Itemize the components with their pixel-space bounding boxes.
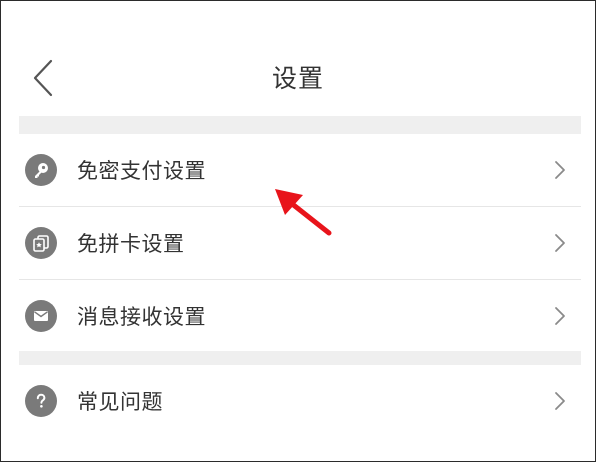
list-item-faq[interactable]: 常见问题 bbox=[19, 365, 581, 437]
card-icon bbox=[25, 227, 57, 259]
chevron-right-icon bbox=[555, 161, 565, 179]
question-icon bbox=[25, 385, 57, 417]
mail-icon bbox=[25, 300, 57, 332]
list-item-label: 消息接收设置 bbox=[77, 305, 206, 329]
list-item-message-settings[interactable]: 消息接收设置 bbox=[19, 279, 581, 352]
settings-group-main: 免密支付设置 免拼卡设置 消息接收设置 bbox=[19, 134, 581, 352]
chevron-right-icon bbox=[555, 234, 565, 252]
annotation-arrow-icon bbox=[275, 189, 332, 236]
chevron-right-icon bbox=[555, 392, 565, 410]
settings-group-help: 常见问题 bbox=[19, 365, 581, 437]
list-item-label: 免密支付设置 bbox=[77, 159, 206, 183]
chevron-right-icon bbox=[555, 307, 565, 325]
section-divider bbox=[19, 351, 581, 365]
settings-screen: 设置 免密支付设置 免拼卡设置 消息接收设置 常见问题 bbox=[0, 0, 596, 462]
list-item-label: 免拼卡设置 bbox=[77, 232, 185, 256]
header: 设置 bbox=[1, 1, 595, 116]
page-title: 设置 bbox=[271, 64, 324, 93]
section-divider bbox=[19, 116, 581, 134]
list-item-label: 常见问题 bbox=[77, 390, 163, 414]
key-icon bbox=[25, 154, 57, 186]
